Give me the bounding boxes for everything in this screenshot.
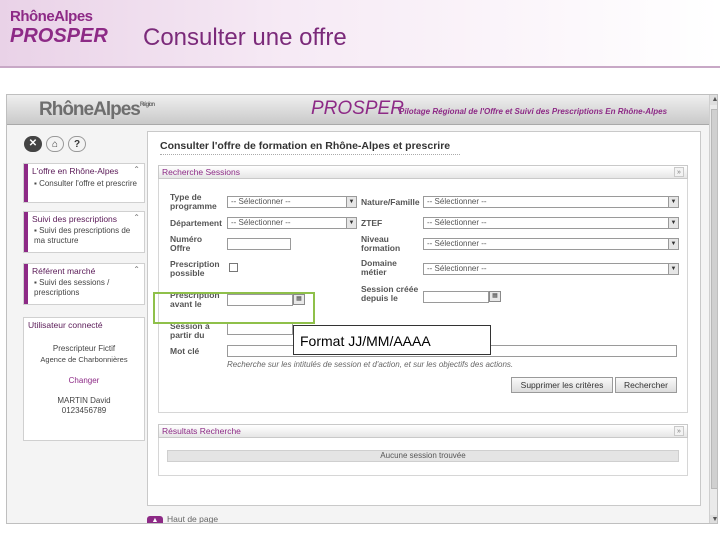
page-title: Consulter l'offre de formation en Rhône-… [160,140,451,152]
label-ztef: ZTEF [361,218,383,228]
select-domaine-metier[interactable]: -- Sélectionner -- ▼ [423,263,679,275]
change-link[interactable]: Changer [24,376,144,385]
highlight-box [153,292,315,324]
label-departement: Département [170,218,222,228]
scroll-down-arrow-icon[interactable]: ▼ [710,515,717,523]
sidebar-title-suivi: Suivi des prescriptions [32,214,118,224]
sidebar-box-offre: L'offre en Rhône-Alpes ⌃ ▪ Consulter l'o… [23,163,145,203]
clear-criteria-button[interactable]: Supprimer les critères [511,377,613,393]
label-nature-famille: Nature/Famille [361,197,420,207]
up-arrow-icon: ▲ [147,516,163,523]
label-type-programme: Type de programme [170,192,217,211]
slide-title: Consulter une offre [143,24,347,51]
calendar-icon[interactable]: ▦ [489,291,501,302]
checkbox-prescription-possible[interactable] [229,263,238,272]
user-box-title: Utilisateur connecté [28,320,103,330]
dropdown-arrow-icon: ▼ [668,218,678,228]
slide-header: RhôneAlpes PROSPER Consulter une offre [0,0,720,68]
close-icon[interactable]: ✕ [24,136,42,152]
app-screenshot: RhôneAlpesRégion PROSPER Pilotage Région… [6,94,718,524]
sidebar-item-label: Consulter l'offre et prescrire [39,179,137,188]
sidebar-item-label: Suivi des sessions / prescriptions [34,278,110,297]
header-divider [0,66,720,68]
banner-logo-rhonealpes: RhôneAlpesRégion [39,99,155,121]
scroll-thumb[interactable] [711,109,717,489]
banner-logo-text: RhôneAlpes [39,99,141,120]
user-phone: 0123456789 [61,406,107,415]
sidebar-title-offre: L'offre en Rhône-Alpes [32,166,119,176]
select-niveau-formation[interactable]: -- Sélectionner -- ▼ [423,238,679,250]
dropdown-arrow-icon: ▼ [668,239,678,249]
panel-toggle-icon[interactable]: » [674,426,684,436]
select-departement[interactable]: -- Sélectionner -- ▼ [227,217,357,229]
dropdown-arrow-icon: ▼ [346,197,356,207]
label-niveau-formation: Niveau formation [361,234,401,253]
input-session-a-partir[interactable] [227,323,293,335]
top-of-page-label: Haut de page [167,514,219,524]
results-panel-body: Aucune session trouvée [158,438,688,476]
label-session-a-partir: Session à partir du [170,321,210,340]
panel-toggle-icon[interactable]: » [674,167,684,177]
collapse-icon[interactable]: ⌃ [133,265,140,274]
user-box: Utilisateur connecté Prescripteur Fictif… [23,317,145,441]
user-name: MARTIN David [57,396,111,405]
user-agency: Agence de Charbonnières [40,355,128,364]
banner-tagline: Pilotage Régional de l'Offre et Suivi de… [399,107,668,116]
date-format-callout: Format JJ/MM/AAAA [293,325,491,355]
input-numero-offre[interactable] [227,238,291,250]
results-panel-title: Résultats Recherche [162,426,241,436]
select-value: -- Sélectionner -- [231,218,291,227]
banner-logo-sup: Région [139,102,155,108]
search-panel-title: Recherche Sessions [162,167,240,177]
select-ztef[interactable]: -- Sélectionner -- ▼ [423,217,679,229]
select-value: -- Sélectionner -- [427,239,487,248]
no-result-row: Aucune session trouvée [167,450,679,462]
slide: RhôneAlpes PROSPER Consulter une offre R… [0,0,720,540]
label-numero-offre: Numéro Offre [170,234,203,253]
top-of-page-link[interactable]: ▲ Haut de page [147,514,219,524]
scroll-up-arrow-icon[interactable]: ▲ [710,95,717,105]
slide-logo-prosper: PROSPER [10,25,108,47]
label-domaine-metier: Domaine métier [361,258,397,277]
sidebar-accent [24,264,28,304]
sidebar-item-suivi-prescriptions[interactable]: ▪ Suivi des prescriptions de ma structur… [34,226,138,246]
sidebar-box-suivi: Suivi des prescriptions ⌃ ▪ Suivi des pr… [23,211,145,253]
select-value: -- Sélectionner -- [427,197,487,206]
app-banner: RhôneAlpesRégion PROSPER Pilotage Région… [7,95,709,125]
input-session-creee[interactable] [423,291,489,303]
label-prescription-possible: Prescription possible [170,259,220,278]
sidebar-accent [24,164,28,202]
vertical-scrollbar[interactable]: ▲ ▼ [709,95,717,523]
dropdown-arrow-icon: ▼ [668,264,678,274]
slide-logo-rhonealpes: RhôneAlpes [10,8,93,25]
label-session-creee: Session créée depuis le [361,284,419,303]
sidebar-item-label: Suivi des prescriptions de ma structure [34,226,131,245]
sidebar-title-referent: Référent marché [32,266,96,276]
dropdown-arrow-icon: ▼ [346,218,356,228]
select-type-programme[interactable]: -- Sélectionner -- ▼ [227,196,357,208]
select-value: -- Sélectionner -- [427,264,487,273]
search-hint: Recherche sur les intitulés de session e… [227,360,514,369]
select-value: -- Sélectionner -- [427,218,487,227]
help-icon[interactable]: ? [68,136,86,152]
banner-prosper: PROSPER [311,98,404,119]
search-button[interactable]: Rechercher [615,377,677,393]
collapse-icon[interactable]: ⌃ [133,165,140,174]
search-panel-header: Recherche Sessions » [158,165,688,179]
sidebar-item-consulter-offre[interactable]: ▪ Consulter l'offre et prescrire [34,179,138,189]
select-value: -- Sélectionner -- [231,197,291,206]
home-icon[interactable]: ⌂ [46,136,64,152]
sidebar-item-suivi-sessions[interactable]: ▪ Suivi des sessions / prescriptions [34,278,138,298]
dropdown-arrow-icon: ▼ [668,197,678,207]
select-nature-famille[interactable]: -- Sélectionner -- ▼ [423,196,679,208]
title-underline [160,154,460,155]
label-mot-cle: Mot clé [170,346,200,356]
sidebar-accent [24,212,28,252]
sidebar-box-referent: Référent marché ⌃ ▪ Suivi des sessions /… [23,263,145,305]
collapse-icon[interactable]: ⌃ [133,213,140,222]
results-panel-header: Résultats Recherche » [158,424,688,438]
user-role: Prescripteur Fictif [52,344,116,353]
